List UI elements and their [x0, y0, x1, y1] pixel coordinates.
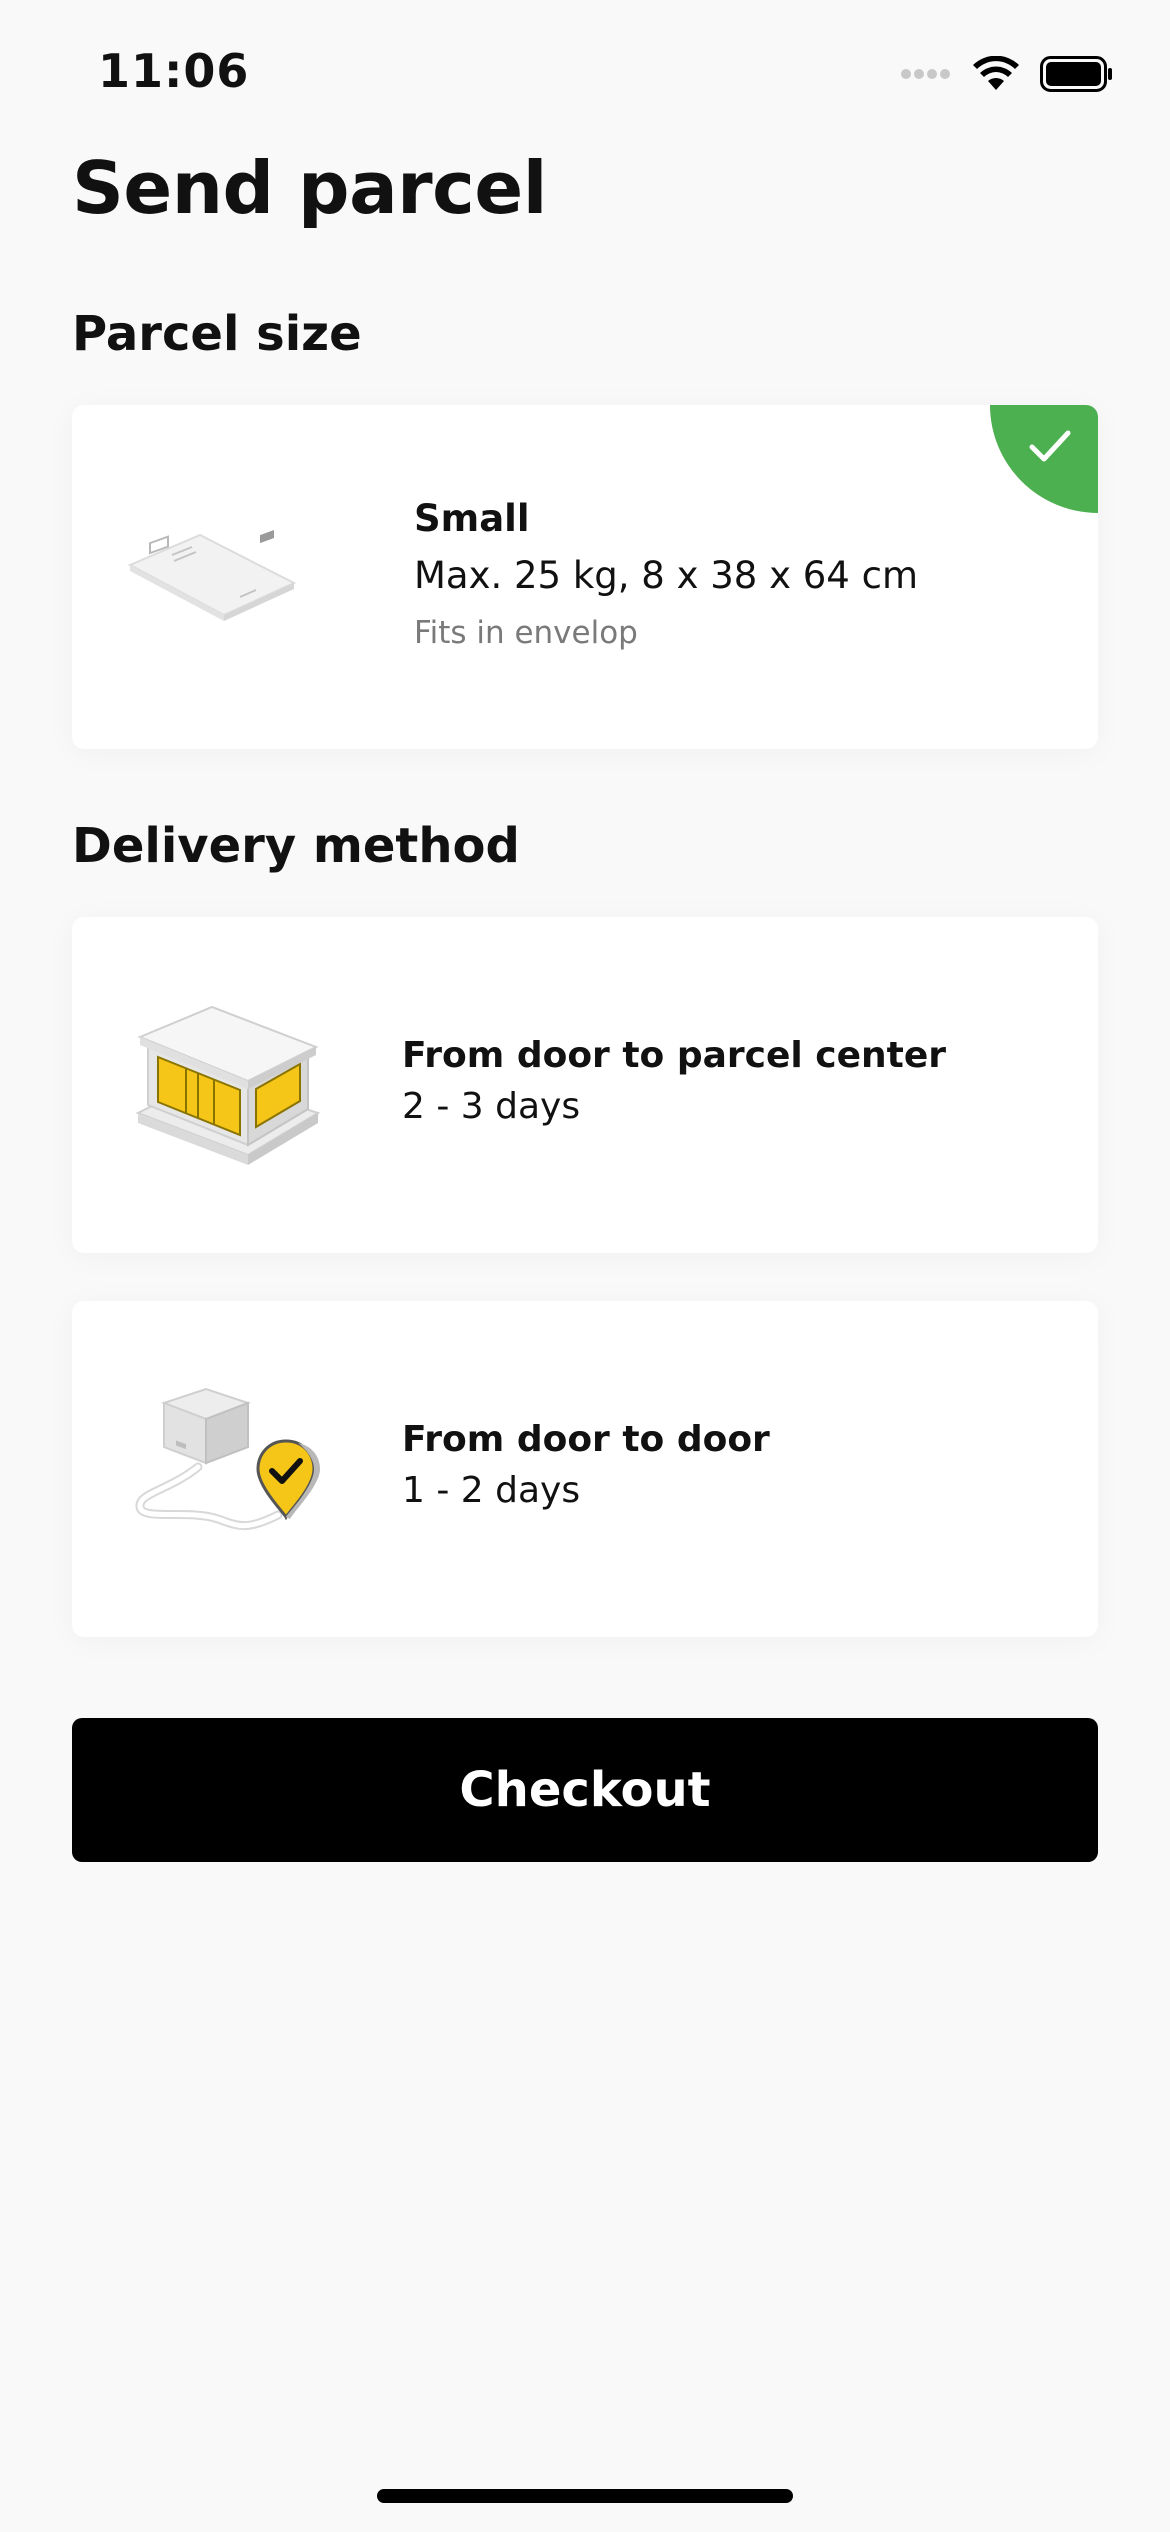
door-to-door-text: From door to door 1 - 2 days	[402, 1419, 770, 1511]
checkout-button[interactable]: Checkout	[72, 1718, 1098, 1862]
parcel-center-text: From door to parcel center 2 - 3 days	[402, 1035, 946, 1127]
wifi-icon	[973, 56, 1019, 90]
delivery-option-door-to-door[interactable]: From door to door 1 - 2 days	[72, 1301, 1098, 1637]
battery-icon	[1040, 56, 1112, 92]
status-bar: 11:06	[0, 0, 1170, 150]
page-title: Send parcel	[72, 146, 547, 230]
delivery-option-parcel-center[interactable]: From door to parcel center 2 - 3 days	[72, 917, 1098, 1253]
home-indicator[interactable]	[377, 2489, 793, 2503]
status-time: 11:06	[98, 44, 250, 98]
cellular-signal-icon	[901, 69, 950, 79]
parcel-size-name: Small	[414, 497, 530, 540]
parcel-size-text: Small Max. 25 kg, 8 x 38 x 64 cm Fits in…	[414, 497, 918, 651]
parcel-size-dimensions: Max. 25 kg, 8 x 38 x 64 cm	[414, 554, 918, 597]
status-icons	[900, 54, 1114, 94]
door-to-door-illustration	[128, 1381, 328, 1581]
selected-badge	[990, 405, 1098, 513]
parcel-center-illustration	[128, 985, 328, 1185]
parcel-size-card-small[interactable]: Small Max. 25 kg, 8 x 38 x 64 cm Fits in…	[72, 405, 1098, 749]
delivery-option-duration: 2 - 3 days	[402, 1086, 581, 1127]
parcel-size-heading: Parcel size	[72, 306, 362, 362]
delivery-option-name: From door to door	[402, 1419, 770, 1460]
envelope-parcel-illustration	[112, 477, 312, 677]
delivery-option-name: From door to parcel center	[402, 1035, 947, 1076]
parcel-size-note: Fits in envelop	[414, 615, 638, 651]
checkmark-icon	[1029, 430, 1071, 462]
delivery-method-heading: Delivery method	[72, 818, 520, 874]
delivery-option-duration: 1 - 2 days	[402, 1470, 581, 1511]
